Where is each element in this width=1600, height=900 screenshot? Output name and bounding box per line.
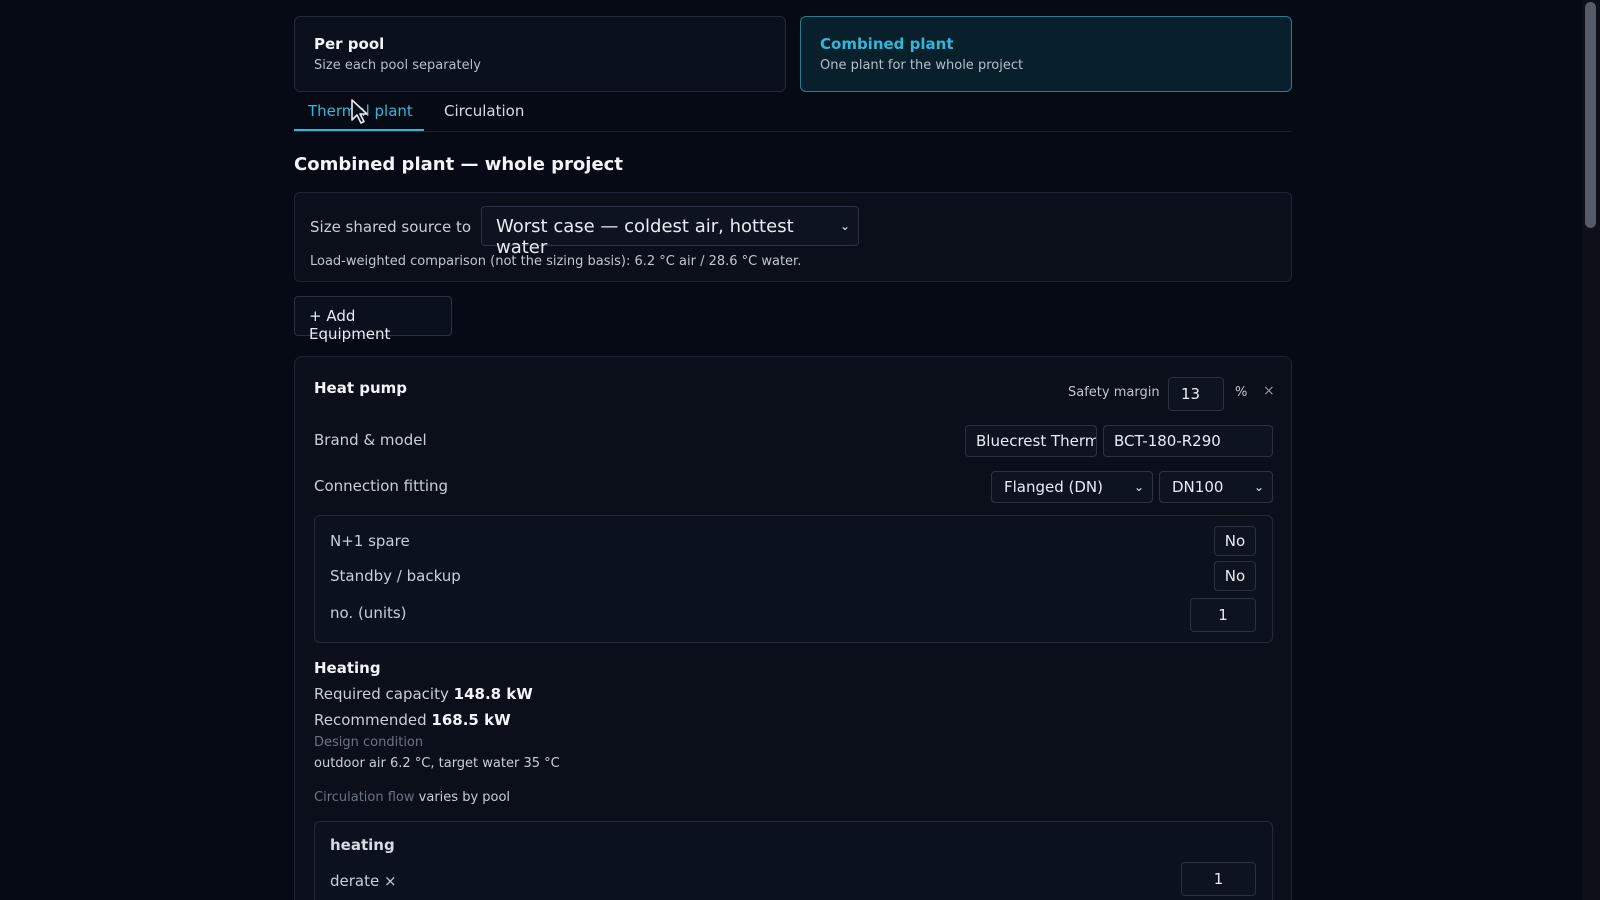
fitting-type-value: Flanged (DN) (1004, 478, 1104, 496)
model-input[interactable]: BCT-180-R290 (1103, 425, 1273, 457)
mouse-cursor-icon (351, 99, 368, 124)
heating-title: Heating (314, 659, 381, 677)
source-label: Size shared source to (310, 218, 472, 236)
circulation-flow-label: Circulation flow (314, 790, 415, 805)
connection-fitting-label: Connection fitting (314, 477, 449, 495)
fitting-type-select[interactable]: Flanged (DN) ⌄ (991, 471, 1153, 503)
percent-unit: % (1235, 385, 1248, 400)
add-equipment-button[interactable]: + Add Equipment (294, 296, 452, 343)
mode-selector: Per pool Size each pool separately Combi… (294, 16, 1292, 92)
heating-box-title: heating (330, 836, 395, 854)
circulation-flow-value: varies by pool (418, 790, 511, 805)
source-select[interactable]: Worst case — coldest air, hottest water … (481, 206, 859, 258)
required-capacity-label: Required capacity (314, 685, 449, 703)
close-icon[interactable]: × (1263, 383, 1275, 399)
heating-derate-panel: heating derate × 1 (314, 821, 1273, 900)
recommended-row: Recommended 168.5 kW (314, 711, 511, 729)
recommended-value: 168.5 kW (431, 711, 511, 729)
required-capacity-value: 148.8 kW (453, 685, 533, 703)
design-condition-value: outdoor air 6.2 °C, target water 35 °C (314, 756, 560, 771)
mode-combined-subtitle: One plant for the whole project (820, 58, 1024, 73)
mode-per-pool-title: Per pool (314, 35, 385, 53)
mode-combined-plant[interactable]: Combined plant One plant for the whole p… (800, 16, 1292, 92)
required-capacity-row: Required capacity 148.8 kW (314, 685, 533, 703)
design-condition-label: Design condition (314, 735, 424, 750)
source-note: Load-weighted comparison (not the sizing… (310, 254, 802, 269)
tab-bar: Thermal plant Circulation (294, 92, 1292, 132)
mode-per-pool[interactable]: Per pool Size each pool separately (294, 16, 786, 92)
fitting-size-value: DN100 (1172, 478, 1224, 496)
units-input[interactable]: 1 (1190, 598, 1256, 632)
mode-per-pool-subtitle: Size each pool separately (314, 58, 481, 73)
chevron-down-icon: ⌄ (1133, 480, 1144, 494)
equipment-title: Heat pump (314, 379, 408, 397)
chevron-down-icon: ⌄ (839, 219, 850, 233)
derate-label: derate × (330, 872, 397, 890)
units-label: no. (units) (330, 604, 407, 622)
safety-margin-label: Safety margin (1068, 385, 1160, 400)
equipment-card: Heat pump Safety margin 13 % × Brand & m… (294, 356, 1292, 900)
recommended-label: Recommended (314, 711, 427, 729)
redundancy-panel: N+1 spare No Standby / backup No no. (un… (314, 515, 1273, 643)
safety-margin-input[interactable]: 13 (1168, 377, 1224, 411)
shared-source-panel: Size shared source to Worst case — colde… (294, 192, 1292, 282)
chevron-down-icon: ⌄ (1253, 480, 1264, 494)
derate-input[interactable]: 1 (1181, 862, 1256, 896)
spare-label: N+1 spare (330, 532, 410, 550)
mode-combined-title: Combined plant (820, 35, 954, 53)
circulation-flow-row: Circulation flow varies by pool (314, 790, 510, 805)
brand-model-label: Brand & model (314, 431, 427, 449)
section-title: Combined plant — whole project (294, 154, 623, 175)
spare-toggle[interactable]: No (1214, 526, 1256, 556)
tab-circulation[interactable]: Circulation (444, 102, 524, 120)
fitting-size-select[interactable]: DN100 ⌄ (1159, 471, 1273, 503)
page-scrollbar[interactable] (1582, 0, 1600, 900)
standby-label: Standby / backup (330, 567, 461, 585)
scrollbar-thumb[interactable] (1585, 2, 1596, 228)
active-tab-indicator (294, 129, 424, 131)
standby-toggle[interactable]: No (1214, 561, 1256, 591)
source-select-value: Worst case — coldest air, hottest water (496, 216, 794, 258)
brand-input[interactable]: Bluecrest Therm (965, 425, 1097, 457)
